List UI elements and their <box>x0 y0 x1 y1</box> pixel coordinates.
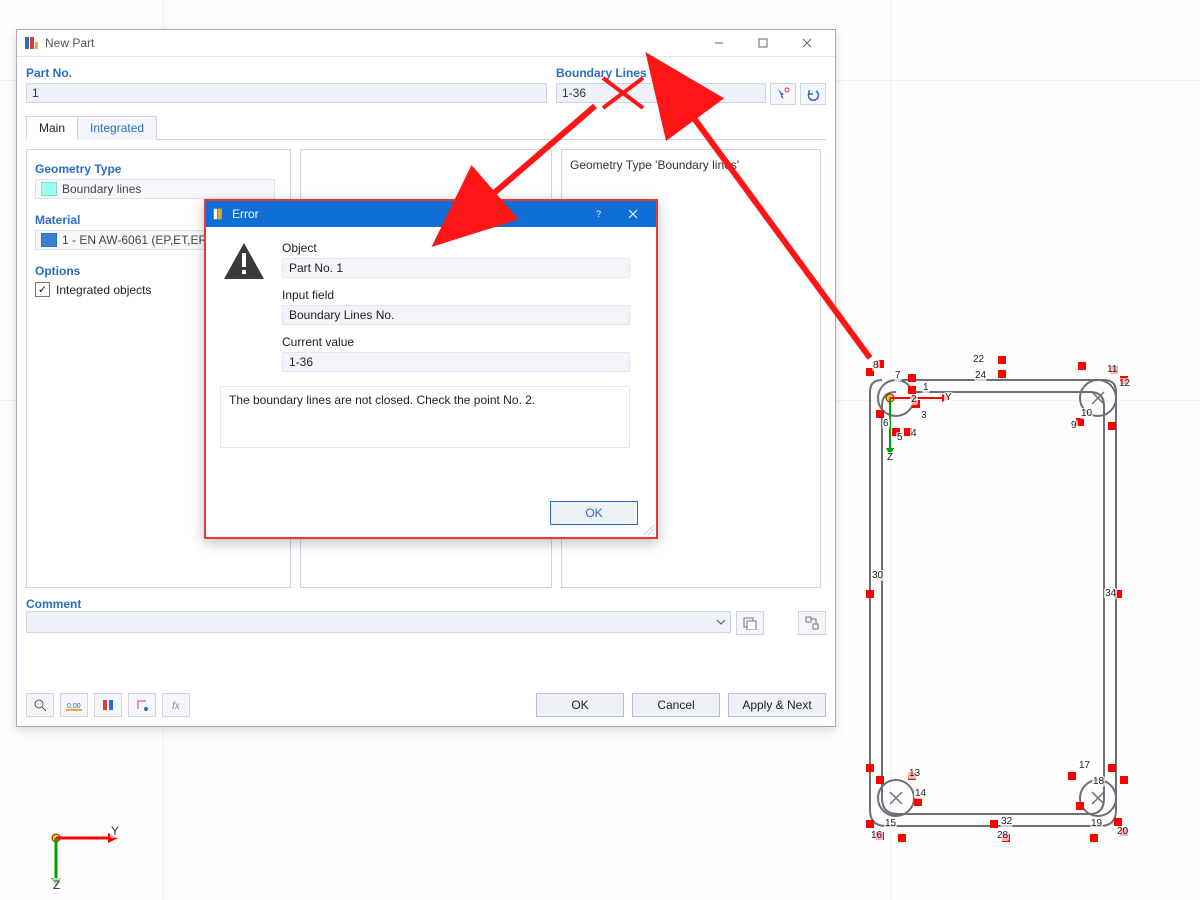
node-19: 19 <box>1090 818 1103 829</box>
error-current-value: 1-36 <box>282 352 630 372</box>
geometry-type-text: Boundary lines <box>62 182 141 196</box>
node-1: 1 <box>922 382 930 393</box>
boundary-lines-label: Boundary Lines No. <box>556 66 826 80</box>
coordinate-gizmo: Y Z <box>38 822 128 895</box>
boundary-lines-input[interactable] <box>556 83 766 103</box>
right-panel-title: Geometry Type 'Boundary lines' <box>570 158 812 172</box>
tabs: Main Integrated <box>26 115 826 140</box>
svg-text:?: ? <box>596 209 601 219</box>
error-object-label: Object <box>282 241 642 255</box>
sketch-axis-y: Y <box>944 392 953 403</box>
node-20: 20 <box>1116 826 1129 837</box>
resize-grip-icon[interactable] <box>642 523 654 535</box>
window-minimize[interactable] <box>697 32 741 54</box>
app-icon <box>23 35 39 51</box>
footer-tool-3[interactable] <box>94 693 122 717</box>
node-2: 2 <box>910 394 918 405</box>
checkbox-icon: ✓ <box>35 282 50 297</box>
node-34: 34 <box>1104 588 1117 599</box>
swatch-icon <box>41 233 57 247</box>
part-no-input[interactable] <box>26 83 547 103</box>
chevron-down-icon <box>716 617 726 627</box>
error-input-field-value: Boundary Lines No. <box>282 305 630 325</box>
error-titlebar: Error ? <box>206 201 656 227</box>
window-maximize[interactable] <box>741 32 785 54</box>
node-11: 11 <box>1106 364 1118 375</box>
node-22: 22 <box>972 354 985 365</box>
part-no-label: Part No. <box>26 66 547 80</box>
undo-button[interactable] <box>800 83 826 105</box>
node-6: 6 <box>882 418 890 429</box>
footer-tool-units[interactable]: 0,00 <box>60 693 88 717</box>
comment-label: Comment <box>26 597 826 611</box>
geometry-type-value[interactable]: Boundary lines <box>35 179 275 199</box>
node-5: 5 <box>896 432 904 443</box>
error-object-value: Part No. 1 <box>282 258 630 278</box>
node-15: 15 <box>884 818 897 829</box>
node-28: 28 <box>996 830 1009 841</box>
svg-text:fx: fx <box>172 701 181 712</box>
node-30: 30 <box>871 570 884 581</box>
geometry-sketch: Y Z 1 2 3 4 5 6 7 8 9 10 11 12 13 14 15 … <box>852 340 1152 860</box>
node-32: 32 <box>1000 816 1013 827</box>
window-title: New Part <box>45 36 697 50</box>
comment-browse-button[interactable] <box>736 611 764 635</box>
error-message: The boundary lines are not closed. Check… <box>220 386 630 448</box>
gizmo-y: Y <box>110 824 120 838</box>
canvas: New Part Part No. Boundary Lines No. <box>0 0 1200 900</box>
error-close[interactable] <box>616 203 650 225</box>
error-input-field-label: Input field <box>282 288 642 302</box>
error-title: Error <box>232 207 582 221</box>
node-8: 8 <box>872 360 880 371</box>
apply-next-button[interactable]: Apply & Next <box>728 693 826 717</box>
ok-button[interactable]: OK <box>536 693 624 717</box>
tab-main[interactable]: Main <box>26 116 78 140</box>
pick-lines-button[interactable] <box>770 83 796 105</box>
node-12: 12 <box>1118 378 1131 389</box>
footer-tool-zoom[interactable] <box>26 693 54 717</box>
cancel-button[interactable]: Cancel <box>632 693 720 717</box>
comment-action-button[interactable] <box>798 611 826 635</box>
node-4: 4 <box>910 428 918 439</box>
error-dialog: Error ? Object Part No. 1 Input field Bo… <box>204 199 658 539</box>
footer-tool-5[interactable]: fx <box>162 693 190 717</box>
footer-tool-4[interactable] <box>128 693 156 717</box>
comment-select[interactable] <box>26 611 731 633</box>
node-7: 7 <box>894 370 902 381</box>
error-current-value-label: Current value <box>282 335 642 349</box>
integrated-objects-label: Integrated objects <box>56 283 151 297</box>
window-close[interactable] <box>785 32 829 54</box>
svg-text:0,00: 0,00 <box>67 703 81 710</box>
tab-integrated[interactable]: Integrated <box>77 116 157 140</box>
error-help[interactable]: ? <box>582 203 616 225</box>
node-17: 17 <box>1078 760 1091 771</box>
node-24: 24 <box>974 370 987 381</box>
dialog-footer: 0,00 fx OK Cancel Apply & Next <box>26 693 826 717</box>
node-9: 9 <box>1070 420 1078 431</box>
node-3: 3 <box>920 410 928 421</box>
warning-icon <box>222 241 266 281</box>
node-13: 13 <box>908 768 921 779</box>
titlebar: New Part <box>17 30 835 57</box>
node-16: 16 <box>870 830 883 841</box>
error-ok-button[interactable]: OK <box>550 501 638 525</box>
node-18: 18 <box>1092 776 1105 787</box>
node-14: 14 <box>914 788 927 799</box>
swatch-icon <box>41 182 57 196</box>
material-text: 1 - EN AW-6061 (EP,ET,ER/B) <box>62 233 223 247</box>
gizmo-z: Z <box>52 878 61 892</box>
app-icon <box>212 207 226 221</box>
geometry-type-label: Geometry Type <box>35 162 282 176</box>
sketch-axis-z: Z <box>886 452 894 463</box>
node-10: 10 <box>1080 408 1093 419</box>
